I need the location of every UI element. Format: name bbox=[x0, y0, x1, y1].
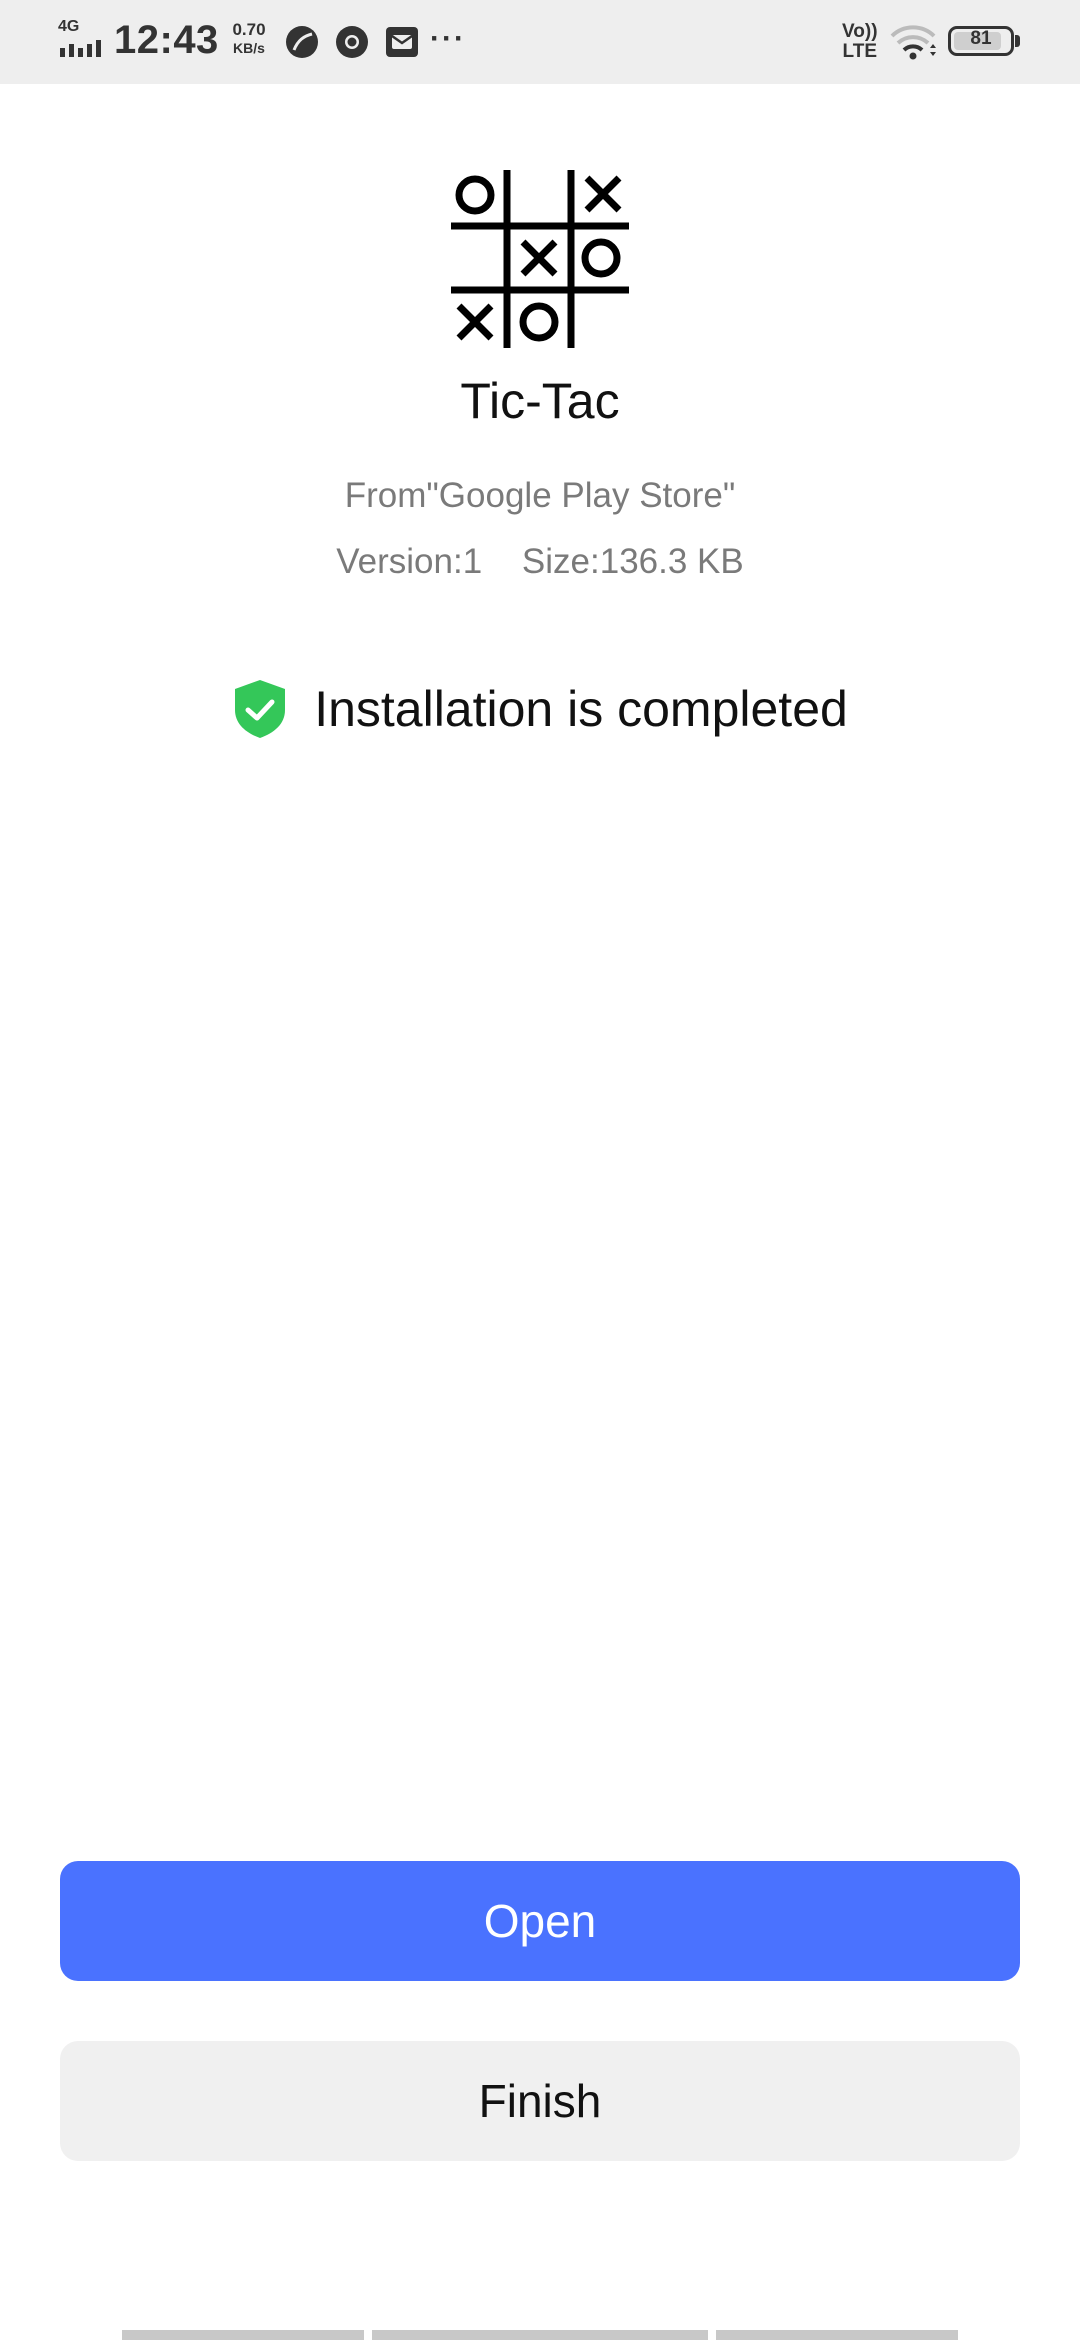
leaf-app-icon bbox=[286, 26, 318, 58]
finish-button[interactable]: Finish bbox=[60, 2041, 1020, 2161]
app-version: Version:1 bbox=[336, 542, 483, 581]
message-app-icon bbox=[386, 27, 418, 57]
open-button[interactable]: Open bbox=[60, 1861, 1020, 1981]
install-status-text: Installation is completed bbox=[314, 681, 848, 737]
volte-indicator: Vo)) LTE bbox=[842, 22, 878, 62]
shield-check-icon bbox=[235, 680, 286, 738]
battery-tip bbox=[1015, 35, 1020, 47]
clock: 12:43 bbox=[114, 18, 219, 62]
battery-icon: 81 bbox=[948, 26, 1014, 56]
battery-level: 81 bbox=[970, 28, 992, 49]
volte-top-label: Vo)) bbox=[842, 21, 878, 42]
network-speed-value: 0.70 bbox=[232, 20, 266, 39]
network-speed: 0.70 KB/s bbox=[224, 20, 274, 58]
wifi-icon bbox=[890, 25, 936, 60]
network-speed-unit: KB/s bbox=[233, 40, 265, 56]
app-source: From"Google Play Store" bbox=[344, 476, 736, 515]
nav-bar-segment-left[interactable] bbox=[122, 2330, 364, 2340]
status-bar: 4G 12:43 0.70 KB/s ··· Vo)) LTE 81 bbox=[0, 0, 1080, 84]
nav-bar-segment-center[interactable] bbox=[372, 2330, 708, 2340]
app-meta: Version:1 Size:136.3 KB bbox=[0, 542, 1080, 582]
chrome-icon bbox=[336, 26, 368, 58]
install-status: Installation is completed bbox=[0, 678, 1080, 740]
more-notifications-icon: ··· bbox=[430, 22, 466, 55]
cell-signal-icon: 4G bbox=[58, 18, 106, 60]
app-size: Size:136.3 KB bbox=[521, 542, 744, 581]
nav-bar-segment-right[interactable] bbox=[716, 2330, 958, 2340]
app-name: Tic-Tac bbox=[460, 373, 620, 429]
tic-tac-toe-grid-icon bbox=[451, 170, 629, 348]
volte-bottom-label: LTE bbox=[842, 41, 877, 62]
